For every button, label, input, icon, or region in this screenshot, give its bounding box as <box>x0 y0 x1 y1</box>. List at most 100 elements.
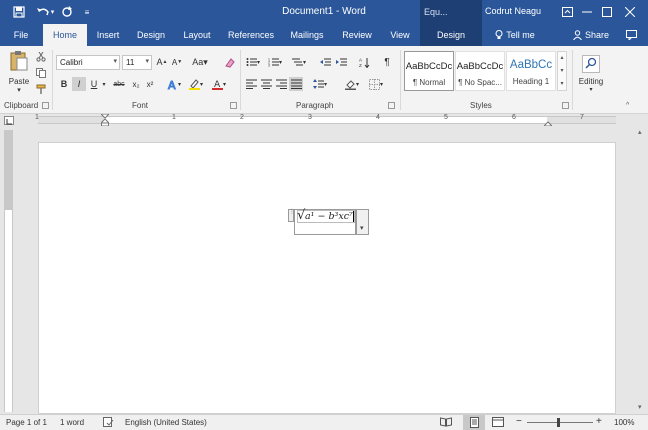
chevron-down-icon: ▾ <box>589 87 593 93</box>
borders-icon[interactable]: ▾ <box>366 77 386 91</box>
paragraph-launcher-icon[interactable] <box>388 102 395 109</box>
tab-mailings[interactable]: Mailings <box>284 24 330 46</box>
decrease-indent-icon[interactable] <box>318 55 332 69</box>
superscript-button[interactable]: x² <box>143 77 157 91</box>
strikethrough-button[interactable]: abc <box>110 77 128 91</box>
underline-button[interactable]: U <box>87 77 101 91</box>
horizontal-ruler[interactable]: 1 1 2 3 4 5 6 7 <box>0 113 648 127</box>
justify-icon[interactable] <box>289 77 303 91</box>
style-heading-1[interactable]: AaBbCc Heading 1 <box>506 51 556 91</box>
tab-insert[interactable]: Insert <box>90 24 126 46</box>
multilevel-list-icon[interactable]: ▾ <box>290 55 308 69</box>
change-case-icon[interactable]: Aa▾ <box>190 55 210 69</box>
italic-button[interactable]: I <box>72 77 86 91</box>
document-page[interactable] <box>38 142 616 414</box>
proofing-icon[interactable] <box>103 417 114 429</box>
numbering-icon[interactable]: 1 2 3 ▾ <box>266 55 284 69</box>
style-no-spacing[interactable]: AaBbCcDc ¶ No Spac... <box>455 51 505 91</box>
share-button[interactable]: Share <box>570 24 612 46</box>
lightbulb-icon <box>495 30 503 46</box>
more-styles-icon[interactable]: ▾ <box>558 78 566 90</box>
style-normal[interactable]: AaBbCcDc ¶ Normal <box>404 51 454 91</box>
styles-launcher-icon[interactable] <box>562 102 569 109</box>
tab-layout[interactable]: Layout <box>178 24 216 46</box>
ribbon-display-options-icon[interactable] <box>556 3 578 21</box>
group-separator <box>572 50 573 110</box>
zoom-in-button[interactable]: + <box>596 416 602 427</box>
tab-view[interactable]: View <box>384 24 416 46</box>
close-icon[interactable] <box>619 3 641 21</box>
sort-icon[interactable]: AZ <box>357 55 371 69</box>
group-separator <box>240 50 241 110</box>
page-count[interactable]: Page 1 of 1 <box>6 418 47 427</box>
minimize-icon[interactable] <box>576 3 598 21</box>
increase-indent-icon[interactable] <box>334 55 348 69</box>
grow-font-icon[interactable]: A ▲ <box>155 55 169 69</box>
format-painter-icon[interactable] <box>34 82 48 96</box>
language-indicator[interactable]: English (United States) <box>125 418 207 427</box>
vertical-scrollbar[interactable]: ▴ ▾ <box>634 126 648 414</box>
tab-file[interactable]: File <box>6 24 36 46</box>
bold-button[interactable]: B <box>57 77 71 91</box>
copy-icon[interactable] <box>34 66 48 80</box>
tell-me-box[interactable]: Tell me <box>490 24 540 46</box>
line-spacing-icon[interactable]: ▾ <box>310 77 330 91</box>
maximize-icon[interactable] <box>596 3 618 21</box>
zoom-slider[interactable] <box>527 422 593 423</box>
font-name-combo[interactable]: Calibri ▾ <box>56 55 120 70</box>
zoom-out-button[interactable]: − <box>516 416 522 427</box>
align-right-icon[interactable] <box>274 77 288 91</box>
tab-review[interactable]: Review <box>338 24 376 46</box>
chevron-up-icon[interactable]: ▴ <box>558 52 566 65</box>
tab-selector-button[interactable] <box>4 116 14 125</box>
underline-dropdown-icon[interactable]: ▾ <box>100 77 108 91</box>
text-effects-icon[interactable]: A ▾ <box>165 77 183 91</box>
cut-icon[interactable] <box>34 50 48 64</box>
ruler-number: 1 <box>172 114 176 121</box>
chevron-down-icon[interactable]: ▾ <box>558 65 566 78</box>
collapse-ribbon-icon[interactable]: ^ <box>626 102 629 109</box>
font-launcher-icon[interactable] <box>230 102 237 109</box>
user-name[interactable]: Codrut Neagu <box>485 6 541 16</box>
style-preview: AaBbCc <box>509 59 553 71</box>
vertical-ruler[interactable] <box>4 130 13 412</box>
show-formatting-marks-icon[interactable]: ¶ <box>380 55 394 69</box>
styles-gallery-scroller[interactable]: ▴ ▾ ▾ <box>557 51 567 91</box>
title-bar: ▾ ≡ Document1 - Word Equ... Codrut Neagu <box>0 0 648 24</box>
read-mode-icon[interactable] <box>440 417 452 429</box>
tab-references[interactable]: References <box>224 24 278 46</box>
shading-icon[interactable]: ▾ <box>342 77 362 91</box>
font-color-icon[interactable]: A ▾ <box>210 77 228 91</box>
align-left-icon[interactable] <box>244 77 258 91</box>
zoom-slider-thumb[interactable] <box>557 418 560 427</box>
zoom-level[interactable]: 100% <box>614 418 634 427</box>
scroll-up-icon[interactable]: ▴ <box>638 128 642 136</box>
subscript-button[interactable]: x₂ <box>129 77 143 91</box>
paste-button[interactable]: Paste ▾ <box>6 50 32 94</box>
comments-icon[interactable] <box>620 24 642 46</box>
tab-equation-design[interactable]: Design <box>420 24 482 46</box>
tab-home[interactable]: Home <box>43 24 87 46</box>
bullets-icon[interactable]: ▾ <box>244 55 262 69</box>
equation-text[interactable]: a¹ − b³xc⁷ <box>305 211 353 222</box>
style-name: ¶ No Spac... <box>458 78 502 87</box>
shrink-font-icon[interactable]: A ▼ <box>170 55 184 69</box>
ruler-number: 2 <box>240 114 244 121</box>
font-size-combo[interactable]: 11 ▾ <box>122 55 152 70</box>
chevron-down-icon: ▾ <box>145 58 149 65</box>
scroll-down-icon[interactable]: ▾ <box>638 403 642 411</box>
tab-design[interactable]: Design <box>132 24 170 46</box>
align-center-icon[interactable] <box>259 77 273 91</box>
paste-label: Paste <box>8 77 30 86</box>
print-layout-icon[interactable] <box>463 415 485 430</box>
word-count[interactable]: 1 word <box>60 418 84 427</box>
editing-button[interactable]: Editing ▾ <box>576 50 606 98</box>
clipboard-launcher-icon[interactable] <box>42 102 49 109</box>
ruler-number: 6 <box>512 114 516 121</box>
find-icon <box>582 55 600 73</box>
equation-options-button[interactable]: ▾ <box>356 209 369 235</box>
paste-dropdown-icon[interactable]: ▾ <box>17 86 21 94</box>
highlight-icon[interactable]: ▾ <box>187 77 205 91</box>
clear-formatting-icon[interactable] <box>222 55 236 69</box>
web-layout-icon[interactable] <box>492 417 504 429</box>
